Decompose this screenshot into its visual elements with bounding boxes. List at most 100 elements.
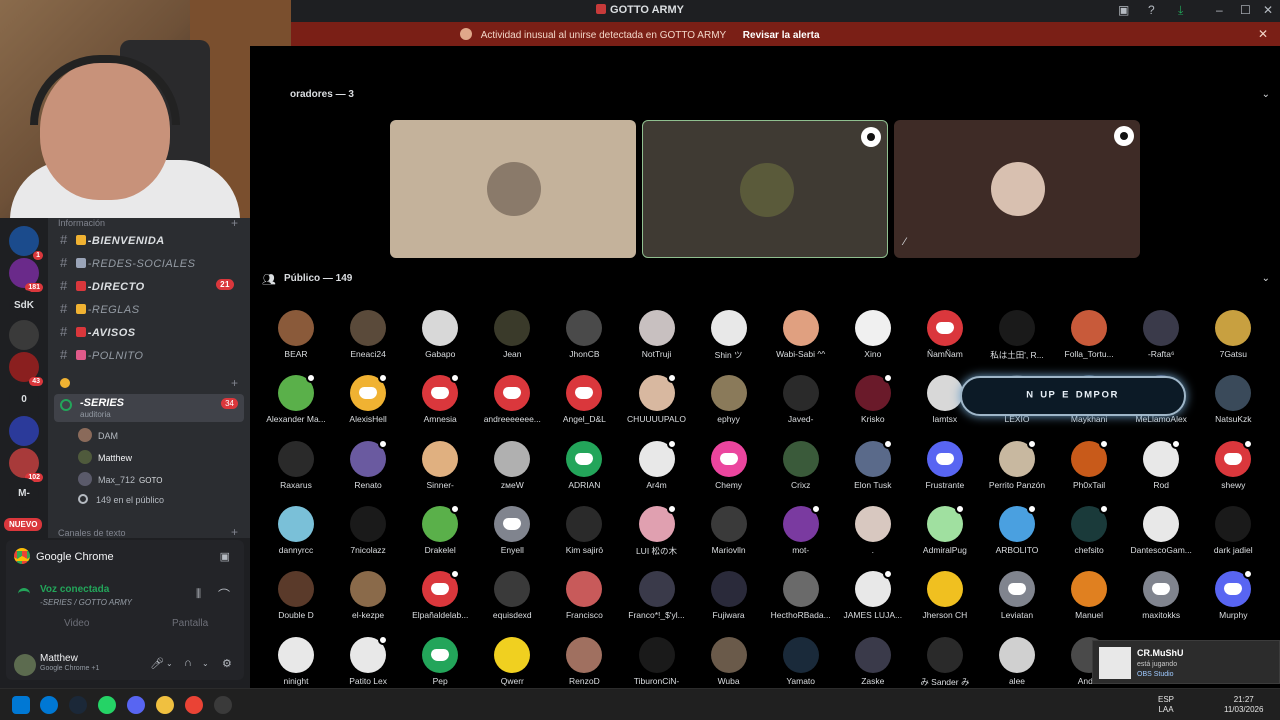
help-icon[interactable]: ? (1148, 3, 1155, 17)
language-indicator[interactable]: ESP LAA (1158, 695, 1174, 715)
audience-member[interactable]: Jean (476, 310, 548, 372)
audience-member[interactable]: Elon Tusk (837, 438, 909, 503)
audience-member[interactable]: BEAR (260, 310, 332, 372)
audience-member[interactable]: Folla_Tortu... (1053, 310, 1125, 372)
chevron-down-icon[interactable]: ⌄ (1262, 273, 1270, 284)
activity-row[interactable]: Google Chrome (14, 548, 114, 564)
speaker-tile[interactable] (390, 120, 636, 258)
server-icon[interactable]: 181 (9, 258, 43, 292)
audience-member[interactable]: Leviatan (981, 571, 1053, 633)
audience-member[interactable]: Renato (332, 438, 404, 503)
audience-member[interactable]: HecthoRBada... (765, 571, 837, 633)
audience-member[interactable]: maxitokks (1125, 571, 1197, 633)
voice-member[interactable]: Matthew (78, 450, 132, 468)
microphone-icon[interactable]: 🎤︎ (150, 657, 164, 670)
speaker-tile[interactable] (642, 120, 888, 258)
download-icon[interactable]: ⤓ (1178, 3, 1183, 18)
text-channel[interactable]: # -DIRECTO 21 (60, 278, 240, 296)
maximize-button[interactable]: ☐ (1240, 3, 1251, 17)
audience-member[interactable]: Raxarus (260, 440, 332, 503)
audience-member[interactable]: JAMES LUJA... (837, 569, 909, 633)
audience-member[interactable]: Krisko (837, 373, 909, 437)
audience-member[interactable]: Xino (837, 310, 909, 372)
audience-member[interactable]: 私は土田', R... (981, 310, 1053, 372)
audience-member[interactable]: andreeeeeee... (476, 375, 548, 437)
screen-share-icon[interactable]: ▣ (220, 550, 230, 563)
server-icon[interactable] (9, 416, 39, 446)
windows-start-icon[interactable] (12, 696, 30, 714)
audience-member[interactable]: ephyy (693, 375, 765, 437)
activity-toast[interactable]: CR.MuShU está jugando OBS Studio (1092, 640, 1280, 684)
chevron-down-icon[interactable]: ⌄ (166, 659, 173, 668)
audience-member[interactable]: equisdexd (476, 571, 548, 633)
audience-member[interactable]: AdmiralPug (909, 503, 981, 568)
audience-member[interactable]: LUI 松の木 (621, 503, 693, 568)
text-channel[interactable]: # -POLNITO (60, 347, 240, 365)
voice-connected-status[interactable]: Voz conectada (40, 584, 109, 595)
audience-member[interactable]: ÑamÑam (909, 310, 981, 372)
audience-member[interactable]: ADRIAN (548, 440, 620, 503)
audience-member[interactable]: DantescoGam... (1125, 505, 1197, 568)
audience-member[interactable]: AlexisHell (332, 373, 404, 437)
voice-member[interactable]: DAM (78, 428, 118, 446)
soundboard-icon[interactable]: ⫼ (196, 588, 201, 601)
audience-member[interactable]: Drakelel (404, 503, 476, 568)
server-icon[interactable]: 1 (9, 226, 43, 260)
chevron-down-icon[interactable]: ⌄ (1262, 89, 1270, 100)
audience-member[interactable]: Rod (1125, 438, 1197, 503)
add-channel-icon[interactable]: + (231, 218, 238, 230)
section-header-info[interactable]: Información (58, 218, 105, 228)
audience-member[interactable]: dannyrcc (260, 505, 332, 568)
screen-button[interactable]: Pantalla (172, 618, 208, 629)
taskbar-app-icon[interactable] (40, 696, 58, 714)
server-icon[interactable]: M- (9, 478, 39, 508)
voice-member[interactable]: Max_712 GOTO (78, 472, 162, 490)
audience-member[interactable]: Kim sajirō (548, 505, 620, 568)
audience-member[interactable]: Ar4m (621, 438, 693, 503)
audience-member[interactable]: el-kezpe (332, 571, 404, 633)
audience-member[interactable]: dark jadiel (1197, 505, 1269, 568)
audience-member[interactable]: Alexander Ma... (260, 373, 332, 437)
audience-member[interactable]: mot- (765, 503, 837, 568)
user-avatar[interactable] (14, 654, 36, 676)
audience-member[interactable]: Fujiwara (693, 571, 765, 633)
audience-member[interactable]: Chemy (693, 440, 765, 503)
minimize-button[interactable]: – (1216, 3, 1223, 17)
audience-member[interactable]: Amnesia (404, 373, 476, 437)
audience-member[interactable]: Double D (260, 571, 332, 633)
audience-count-row[interactable]: 149 en el público (78, 494, 164, 512)
headphones-icon[interactable]: ∩ (184, 657, 192, 669)
server-icon[interactable]: 102 (9, 448, 43, 482)
disconnect-icon[interactable]: ⌒ (218, 586, 230, 603)
audience-member[interactable]: NotTruji (621, 310, 693, 372)
audience-member[interactable]: NatsuKzk (1197, 375, 1269, 437)
audience-member[interactable]: Javed- (765, 375, 837, 437)
server-icon[interactable]: 43 (9, 352, 43, 386)
audience-member[interactable]: Murphy (1197, 569, 1269, 633)
audience-member[interactable]: Gabapo (404, 310, 476, 372)
text-channel[interactable]: # -REDES-SOCIALES (60, 255, 240, 273)
audience-member[interactable]: shewy (1197, 438, 1269, 503)
audience-member[interactable]: Ph0xTail (1053, 438, 1125, 503)
server-icon[interactable] (9, 320, 39, 350)
audience-member[interactable]: Mariovlln (693, 505, 765, 568)
close-window-button[interactable]: ✕ (1263, 3, 1273, 17)
text-channel[interactable]: # -REGLAS (60, 301, 240, 319)
audience-member[interactable]: Shin ツ (693, 310, 765, 372)
voice-channel-series[interactable]: -SERIES auditoria 34 (54, 394, 244, 422)
audience-member[interactable]: Franco*!_$'yl... (621, 571, 693, 633)
taskbar-app-icon[interactable] (69, 696, 87, 714)
video-button[interactable]: Video (64, 618, 89, 629)
audience-member[interactable]: . (837, 505, 909, 568)
clock[interactable]: 21:27 11/03/2026 (1224, 695, 1263, 715)
audience-member[interactable]: Perrito Panzón (981, 438, 1053, 503)
audience-member[interactable]: 7nicolazz (332, 505, 404, 568)
taskbar-app-icon[interactable] (156, 696, 174, 714)
gear-icon[interactable]: ⚙︎ (222, 657, 232, 670)
chevron-down-icon[interactable]: ⌄ (202, 659, 209, 668)
audience-member[interactable]: JhonCB (548, 310, 620, 372)
audience-member[interactable]: 7Gatsu (1197, 310, 1269, 372)
audience-member[interactable]: Frustrante (909, 440, 981, 503)
speaker-tile[interactable]: ⁄ (894, 120, 1140, 258)
add-channel-icon[interactable]: + (231, 525, 238, 538)
